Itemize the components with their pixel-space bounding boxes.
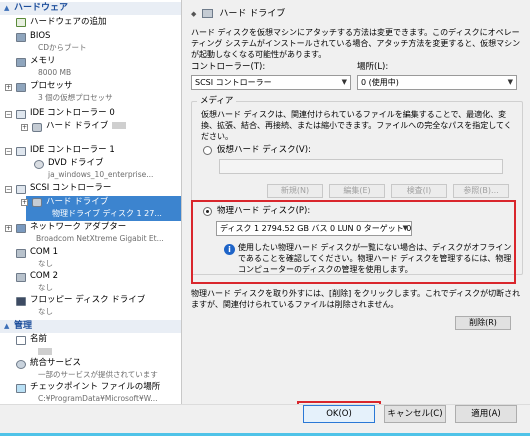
tree-item-bios[interactable]: BIOS <box>30 31 50 42</box>
com-port-icon <box>16 249 26 258</box>
collapse-icon[interactable]: − <box>5 111 12 118</box>
tree-item-processor[interactable]: プロセッサ <box>30 81 73 92</box>
chevron-down-icon: ▼ <box>507 78 513 86</box>
com-port-icon <box>16 273 26 282</box>
section-hardware[interactable]: ▲ ハードウェア <box>0 2 181 15</box>
dvd-drive-detail: ja_windows_10_enterprise... <box>48 170 154 179</box>
location-select[interactable]: 0 (使用中) ▼ <box>357 75 517 90</box>
collapse-icon: ▲ <box>4 4 10 12</box>
media-group-label: メディア <box>197 96 237 106</box>
name-icon <box>16 336 26 345</box>
tree-item-ide0[interactable]: IDE コントローラー 0 <box>30 108 115 119</box>
chevron-icon: ◆ <box>191 10 197 18</box>
new-button[interactable]: 新規(N) <box>267 184 323 198</box>
tree-item-memory[interactable]: メモリ <box>30 56 56 67</box>
tree-item-com1[interactable]: COM 1 <box>30 247 58 258</box>
scsi-controller-icon <box>16 185 26 194</box>
tree-item-network[interactable]: ネットワーク アダプター <box>30 222 126 233</box>
panel-title: ハード ドライブ <box>219 9 286 19</box>
bios-detail: CDからブート <box>38 43 87 52</box>
ide-controller-icon <box>16 147 26 156</box>
network-adapter-icon <box>16 224 26 233</box>
collapse-icon: ▲ <box>4 322 10 330</box>
tree-item-scsi[interactable]: SCSI コントローラー <box>30 183 111 194</box>
scsi-hard-drive-detail: 物理ドライブ ディスク 1 27... <box>52 209 162 218</box>
section-management[interactable]: ▲ 管理 <box>0 320 181 333</box>
com1-detail: なし <box>38 259 53 268</box>
controller-label: コントローラー(T): <box>191 62 266 72</box>
expand-icon[interactable]: + <box>5 84 12 91</box>
checkpoint-folder-icon <box>16 384 26 393</box>
tree-item-floppy[interactable]: フロッピー ディスク ドライブ <box>30 295 145 306</box>
floppy-drive-icon <box>16 297 26 306</box>
virtual-disk-radio[interactable] <box>203 146 212 155</box>
virtual-disk-label: 仮想ハード ディスク(V): <box>217 145 311 155</box>
selected-tree-item[interactable]: + ハード ドライブ 物理ドライブ ディスク 1 27... <box>21 196 181 221</box>
tree-item-add-hardware[interactable]: ハードウェアの追加 <box>30 17 107 28</box>
processor-detail: 3 個の仮想プロセッサ <box>38 93 113 102</box>
redacted-text <box>112 122 127 129</box>
ide-controller-icon <box>16 110 26 119</box>
browse-button[interactable]: 参照(B)... <box>453 184 509 198</box>
panel-header: ◆ ハード ドライブ <box>191 8 285 20</box>
processor-icon <box>16 83 26 92</box>
tree-item-scsi-hard-drive[interactable]: ハード ドライブ <box>46 197 108 208</box>
chevron-down-icon: ▼ <box>341 78 347 86</box>
expand-icon[interactable]: + <box>5 225 12 232</box>
controller-select[interactable]: SCSI コントローラー ▼ <box>191 75 351 90</box>
tree-item-integration[interactable]: 統合サービス <box>30 358 81 369</box>
hard-drive-icon <box>32 198 42 207</box>
bios-icon <box>16 33 26 42</box>
settings-tree: ▲ ハードウェア ハードウェアの追加 BIOS CDからブート メモリ 8000 … <box>0 0 182 404</box>
memory-icon <box>16 58 26 67</box>
checkpoint-detail: C:¥ProgramData¥Microsoft¥W... <box>38 394 158 403</box>
ok-button[interactable]: OK(O) <box>303 405 375 423</box>
collapse-icon[interactable]: − <box>5 186 12 193</box>
integration-detail: 一部のサービスが提供されています <box>38 370 158 379</box>
media-description: 仮想ハード ディスクは、関連付けられているファイルを編集することで、最適化、変換… <box>201 110 512 141</box>
tree-item-com2[interactable]: COM 2 <box>30 271 58 282</box>
tree-item-ide0-hard-drive[interactable]: ハード ドライブ <box>46 121 127 132</box>
network-detail: Broadcom NetXtreme Gigabit Et... <box>36 234 164 243</box>
physical-disk-highlight <box>191 200 516 284</box>
virtual-disk-path-input[interactable] <box>219 159 503 174</box>
hard-drive-icon <box>202 9 214 18</box>
collapse-icon[interactable]: − <box>5 148 12 155</box>
remove-button[interactable]: 削除(R) <box>455 316 511 330</box>
add-hardware-icon <box>16 18 26 27</box>
remove-description: 物理ハード ディスクを取り外すには、[削除] をクリックします。これでディスクが… <box>191 289 521 309</box>
memory-detail: 8000 MB <box>38 68 72 77</box>
tree-item-checkpoint[interactable]: チェックポイント ファイルの場所 <box>30 382 160 393</box>
hard-drive-icon <box>32 123 42 132</box>
edit-button[interactable]: 編集(E) <box>329 184 385 198</box>
intro-text: ハード ディスクを仮想マシンにアタッチする方法は変更できます。このディスクにオペ… <box>191 28 521 59</box>
dvd-drive-icon <box>34 160 44 169</box>
integration-services-icon <box>16 360 26 369</box>
inspect-button[interactable]: 検査(I) <box>391 184 447 198</box>
tree-item-name[interactable]: 名前 <box>30 334 47 345</box>
cancel-button[interactable]: キャンセル(C) <box>384 405 446 423</box>
name-detail <box>38 346 52 356</box>
floppy-detail: なし <box>38 307 53 316</box>
redacted-text <box>38 347 52 355</box>
dialog-footer <box>0 404 530 436</box>
expand-icon[interactable]: + <box>21 124 28 131</box>
tree-item-ide1[interactable]: IDE コントローラー 1 <box>30 145 115 156</box>
location-label: 場所(L): <box>357 62 389 72</box>
expand-icon[interactable]: + <box>21 199 28 206</box>
tree-item-dvd-drive[interactable]: DVD ドライブ <box>48 158 103 169</box>
apply-button[interactable]: 適用(A) <box>455 405 517 423</box>
com2-detail: なし <box>38 283 53 292</box>
